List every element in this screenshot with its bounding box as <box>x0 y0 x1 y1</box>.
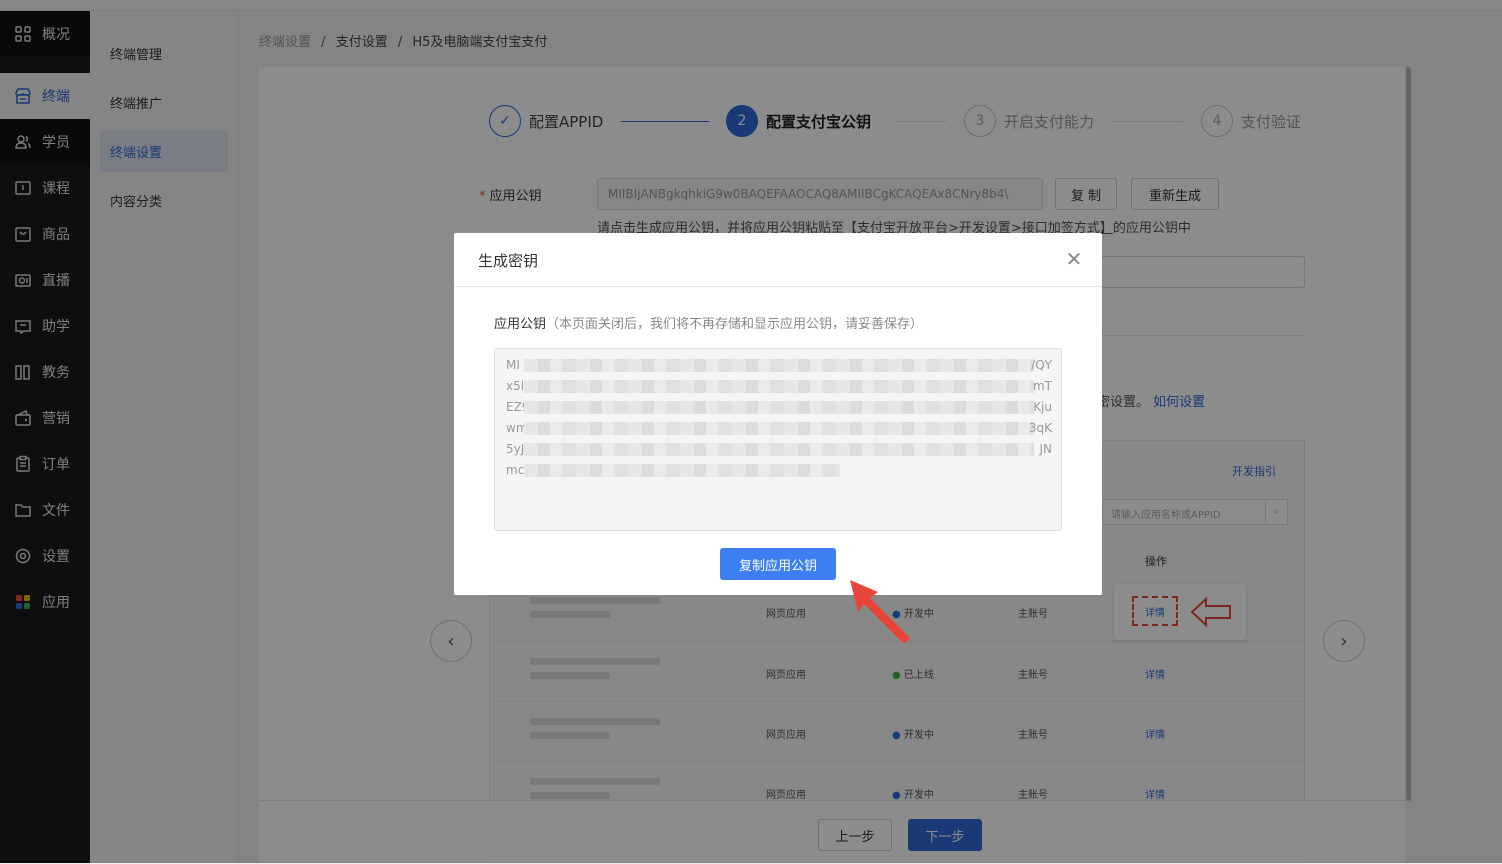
key-line: x5l mT <box>506 379 1052 393</box>
key-line: 5yJ JN <box>506 442 1052 456</box>
dialog-header: 生成密钥 ✕ <box>454 233 1102 287</box>
public-key-textarea[interactable]: MI/QY x5l mT EZ9 Kju wm 3qK 5yJ JN mc <box>494 348 1062 531</box>
public-key-note: （本页面关闭后，我们将不再存储和显示应用公钥，请妥善保存） <box>546 317 924 332</box>
key-line: mc <box>506 463 1052 477</box>
close-icon[interactable]: ✕ <box>1064 249 1084 269</box>
key-line: wm 3qK <box>506 421 1052 435</box>
dialog-title: 生成密钥 <box>478 252 539 270</box>
key-line: MI/QY <box>506 358 1052 372</box>
key-line: EZ9 Kju <box>506 400 1052 414</box>
annotation-arrow-icon <box>850 580 910 644</box>
public-key-label: 应用公钥（本页面关闭后，我们将不再存储和显示应用公钥，请妥善保存） <box>494 317 924 332</box>
generate-key-dialog: 生成密钥 ✕ 应用公钥（本页面关闭后，我们将不再存储和显示应用公钥，请妥善保存）… <box>454 233 1102 595</box>
copy-public-key-button[interactable]: 复制应用公钥 <box>720 548 836 580</box>
